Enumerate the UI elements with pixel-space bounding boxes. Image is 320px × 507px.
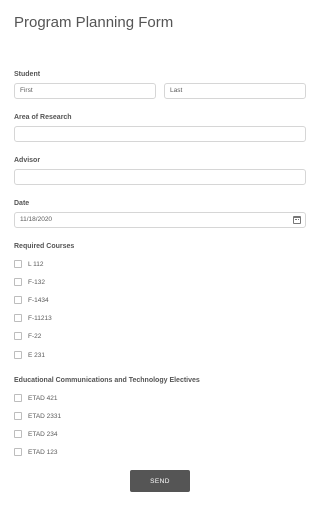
checkbox[interactable] bbox=[14, 412, 22, 420]
date-value: 11/18/2020 bbox=[20, 216, 53, 223]
student-last-placeholder: Last bbox=[170, 87, 183, 94]
checkbox[interactable] bbox=[14, 314, 22, 322]
student-label: Student bbox=[14, 71, 41, 78]
advisor-label: Advisor bbox=[14, 157, 41, 164]
advisor-input[interactable] bbox=[14, 169, 306, 185]
checkbox[interactable] bbox=[14, 260, 22, 268]
elective-option[interactable]: ETAD 2331 bbox=[14, 410, 61, 422]
required-course-option[interactable]: F-132 bbox=[14, 276, 45, 288]
checkbox[interactable] bbox=[14, 448, 22, 456]
checkbox-label: F-132 bbox=[28, 278, 45, 286]
checkbox[interactable] bbox=[14, 394, 22, 402]
form-title: Program Planning Form bbox=[14, 14, 174, 31]
checkbox-label: F-11213 bbox=[28, 314, 52, 322]
required-course-option[interactable]: F-22 bbox=[14, 330, 41, 342]
send-button[interactable]: SEND bbox=[130, 470, 190, 492]
checkbox-label: ETAD 123 bbox=[28, 448, 58, 456]
required-course-option[interactable]: F-1434 bbox=[14, 294, 49, 306]
checkbox[interactable] bbox=[14, 332, 22, 340]
elective-option[interactable]: ETAD 123 bbox=[14, 446, 58, 458]
student-last-input[interactable]: Last bbox=[164, 83, 306, 99]
electives-label: Educational Communications and Technolog… bbox=[14, 377, 200, 384]
required-courses-label: Required Courses bbox=[14, 243, 75, 250]
required-course-option[interactable]: F-11213 bbox=[14, 312, 52, 324]
student-first-placeholder: First bbox=[20, 87, 33, 94]
checkbox-label: ETAD 234 bbox=[28, 430, 58, 438]
required-course-option[interactable]: L 112 bbox=[14, 258, 44, 270]
checkbox-label: ETAD 2331 bbox=[28, 412, 62, 420]
date-input[interactable]: 11/18/2020 bbox=[14, 212, 306, 228]
research-label: Area of Research bbox=[14, 114, 72, 121]
elective-option[interactable]: ETAD 421 bbox=[14, 392, 58, 404]
research-input[interactable] bbox=[14, 126, 306, 142]
calendar-icon[interactable] bbox=[293, 216, 301, 224]
checkbox-label: E 231 bbox=[28, 351, 45, 359]
date-label: Date bbox=[14, 200, 30, 207]
checkbox[interactable] bbox=[14, 296, 22, 304]
checkbox[interactable] bbox=[14, 351, 22, 359]
checkbox-label: L 112 bbox=[28, 260, 44, 268]
checkbox-label: ETAD 421 bbox=[28, 394, 58, 402]
required-course-option[interactable]: E 231 bbox=[14, 349, 45, 361]
checkbox[interactable] bbox=[14, 430, 22, 438]
elective-option[interactable]: ETAD 234 bbox=[14, 428, 58, 440]
checkbox-label: F-22 bbox=[28, 332, 42, 340]
checkbox-label: F-1434 bbox=[28, 296, 49, 304]
student-first-input[interactable]: First bbox=[14, 83, 156, 99]
checkbox[interactable] bbox=[14, 278, 22, 286]
